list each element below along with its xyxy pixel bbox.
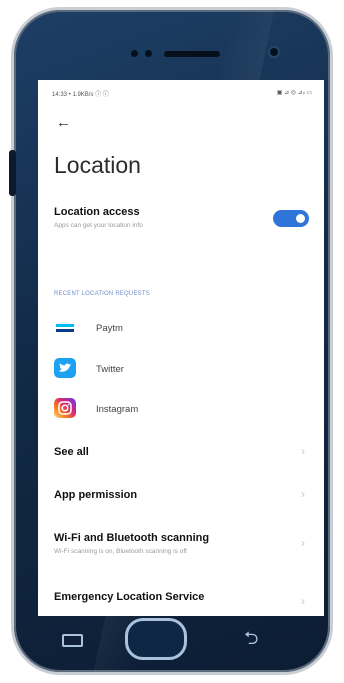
recent-requests-heading: RECENT LOCATION REQUESTS	[54, 291, 150, 297]
front-camera	[270, 48, 278, 56]
status-bar: 14:33 • 1.9KB/s ⓘ ⓘ ▣ ⊿ ◎ ⊿ᵢₗ ▭	[52, 89, 312, 98]
home-button[interactable]	[125, 618, 187, 660]
earpiece-speaker	[164, 51, 220, 57]
wifi-scanning-subtitle: Wi-Fi scanning is on, Bluetooth scanning…	[54, 548, 187, 555]
app-label: Twitter	[96, 364, 124, 375]
chevron-right-icon: ›	[301, 444, 305, 458]
volume-button	[9, 150, 16, 196]
back-arrow-icon[interactable]: ←	[56, 114, 71, 131]
status-left: 14:33 • 1.9KB/s ⓘ ⓘ	[52, 92, 109, 98]
page-title: Location	[54, 152, 141, 178]
status-right: ▣ ⊿ ◎ ⊿ᵢₗ ▭	[276, 90, 312, 96]
location-access-subtitle: Apps can get your location info	[54, 222, 143, 229]
toggle-knob	[296, 214, 305, 223]
app-permission-label: App permission	[54, 489, 138, 501]
chevron-right-icon: ›	[301, 487, 305, 501]
instagram-icon	[54, 398, 76, 418]
paytm-icon	[54, 318, 76, 338]
emergency-location-label: Emergency Location Service	[54, 591, 205, 603]
screen: 14:33 • 1.9KB/s ⓘ ⓘ ▣ ⊿ ◎ ⊿ᵢₗ ▭ ← Locati…	[38, 80, 324, 616]
location-access-toggle[interactable]	[273, 210, 309, 227]
app-label: Paytm	[96, 323, 123, 334]
chevron-right-icon: ›	[301, 536, 305, 550]
front-sensor	[145, 50, 152, 57]
chevron-right-icon: ›	[301, 594, 305, 608]
recent-apps-key[interactable]	[62, 634, 83, 647]
twitter-icon	[54, 358, 76, 378]
location-access-title: Location access	[54, 206, 140, 218]
app-label: Instagram	[96, 404, 139, 415]
back-key-icon[interactable]: ⮌	[244, 626, 258, 656]
see-all-label: See all	[54, 446, 89, 458]
wifi-scanning-title: Wi-Fi and Bluetooth scanning	[54, 532, 210, 544]
front-sensor	[131, 50, 138, 57]
